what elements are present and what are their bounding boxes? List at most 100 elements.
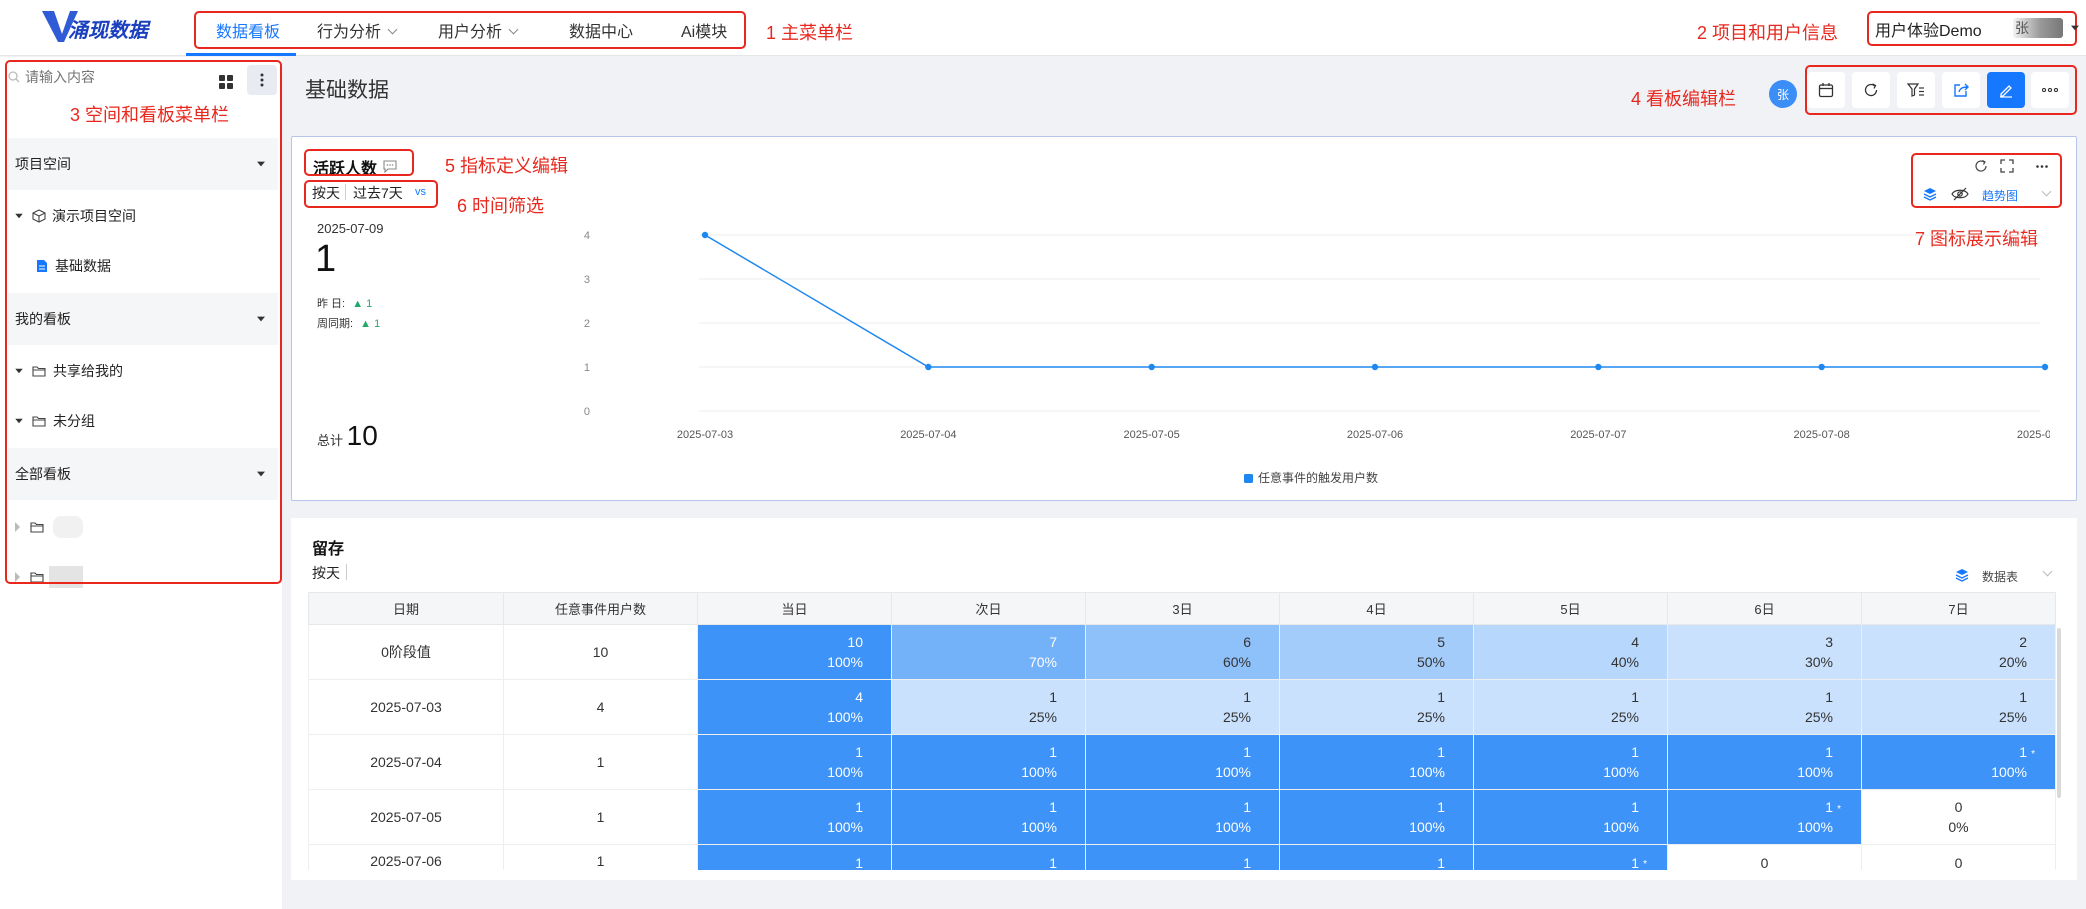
retention-cell[interactable]: 6 60%	[1085, 624, 1280, 680]
retention-count: 1	[1825, 689, 1833, 705]
retention-percent: 100%	[1021, 819, 1057, 835]
retention-cell[interactable]: 1 100% *	[1861, 734, 2056, 790]
compare-label: 昨 日:	[317, 298, 346, 310]
retention-cell[interactable]: 3 30%	[1667, 624, 1862, 680]
retention-percent: 60%	[1222, 654, 1251, 670]
space-board-sidebar: 项目空间 演示项目空间 基础数据 我的看板 共享给我的 未分组 全部看板 3	[0, 57, 282, 909]
retention-count: 2	[2019, 634, 2027, 650]
retention-count: 1	[1049, 689, 1057, 705]
user-count-cell: 1	[503, 844, 698, 870]
table-row[interactable]: 2025-07-04 1 1 100% 1 100% 1 100% 1 100% 1 100% 1 100…	[308, 734, 2056, 790]
view-type-select[interactable]: 数据表	[1982, 568, 2018, 585]
data-point	[925, 363, 932, 371]
table-row[interactable]: 2025-07-05 1 1 100% 1 100% 1 100% 1 100% 1 100% 1 100…	[308, 789, 2056, 845]
yesterday-compare: 昨 日: ▲ 1	[317, 295, 372, 311]
retention-percent: 70%	[1028, 654, 1057, 670]
retention-cell[interactable]: 4 100%	[697, 679, 892, 735]
retention-cell[interactable]: 1	[1279, 844, 1474, 870]
series-line	[704, 234, 2045, 368]
avatar[interactable]: 张	[1769, 80, 1797, 108]
retention-cell[interactable]: 1 100%	[1279, 734, 1474, 790]
column-header: 次日	[891, 592, 1086, 625]
retention-cell[interactable]: 1 *	[1473, 844, 1668, 870]
retention-cell[interactable]: 0	[1861, 844, 2056, 870]
retention-count: 1	[1437, 799, 1445, 815]
column-header: 3日	[1085, 592, 1280, 625]
granularity-select[interactable]: 按天	[312, 563, 340, 583]
retention-count: 1	[1631, 744, 1639, 760]
legend-swatch	[1244, 474, 1253, 483]
retention-count: 1	[1243, 744, 1251, 760]
retention-cell[interactable]: 1 25%	[1667, 679, 1862, 735]
incomplete-mark: *	[2031, 749, 2035, 760]
retention-cell[interactable]: 1 25%	[1861, 679, 2056, 735]
annotation-label: 6 时间筛选	[457, 196, 545, 216]
retention-percent: 25%	[1416, 709, 1445, 725]
project-user-selector[interactable]: 用户体验Demo 张	[1875, 17, 2079, 40]
retention-percent: 30%	[1804, 654, 1833, 670]
nav-active-indicator	[186, 53, 296, 56]
top-header: 涌现数据 数据看板 行为分析 用户分析 数据中心 Ai模块 1 主菜单栏 2 项…	[0, 0, 2086, 56]
retention-count: 1	[1243, 689, 1251, 705]
table-row[interactable]: 2025-07-06 1 1 1 1 1 1 * 0 0	[308, 844, 2056, 870]
retention-count: 1	[1631, 689, 1639, 705]
annotation-label: 5 指标定义编辑	[445, 156, 569, 176]
annotation-label: 4 看板编辑栏	[1631, 89, 1737, 109]
retention-cell[interactable]: 1 25%	[1279, 679, 1474, 735]
retention-cell[interactable]: 1 100%	[891, 734, 1086, 790]
retention-cell[interactable]: 1 25%	[1473, 679, 1668, 735]
annotation-box	[1805, 65, 2077, 115]
up-arrow-icon: ▲	[360, 318, 372, 330]
retention-cell[interactable]: 1 100%	[1085, 789, 1280, 845]
page-title: 基础数据	[305, 79, 389, 102]
column-header: 7日	[1861, 592, 2056, 625]
retention-cell[interactable]: 1 100%	[1473, 734, 1668, 790]
retention-cell[interactable]: 1 100%	[697, 789, 892, 845]
column-header: 日期	[308, 592, 504, 625]
retention-cell[interactable]: 1	[1085, 844, 1280, 870]
retention-cell[interactable]: 1 100%	[1279, 789, 1474, 845]
app-logo[interactable]: 涌现数据	[40, 6, 150, 46]
retention-cell[interactable]: 0 0%	[1861, 789, 2056, 845]
retention-cell[interactable]: 1 25%	[891, 679, 1086, 735]
retention-cell[interactable]: 4 40%	[1473, 624, 1668, 680]
table-scrollbar[interactable]	[2057, 628, 2061, 798]
logo-text: 涌现数据	[68, 20, 148, 42]
retention-cell[interactable]: 1	[697, 844, 892, 870]
column-header: 5日	[1473, 592, 1668, 625]
retention-count: 1	[1243, 799, 1251, 815]
x-tick-label: 2025-07-09	[2017, 429, 2050, 441]
retention-cell[interactable]: 1 100%	[1473, 789, 1668, 845]
retention-cell[interactable]: 1 100%	[697, 734, 892, 790]
annotation-box	[304, 149, 414, 176]
compare-label: 周同期:	[317, 318, 354, 330]
retention-cell[interactable]: 1 100%	[1667, 734, 1862, 790]
table-row[interactable]: 2025-07-03 4 4 100% 1 25% 1 25% 1 25% 1 25% 1 25% 1 25%	[308, 679, 2056, 735]
retention-count: 1	[1437, 744, 1445, 760]
retention-cell[interactable]: 1	[891, 844, 1086, 870]
retention-count: 1	[1437, 855, 1445, 870]
retention-cell[interactable]: 2 20%	[1861, 624, 2056, 680]
retention-count: 1	[1825, 744, 1833, 760]
table-row[interactable]: 0阶段值 10 10 100% 7 70% 6 60% 5 50% 4 40% 3 30% 2 20%	[308, 624, 2056, 680]
retention-cell[interactable]: 0	[1667, 844, 1862, 870]
data-point	[1148, 363, 1155, 371]
retention-percent: 100%	[1991, 764, 2027, 780]
x-tick-label: 2025-07-03	[677, 429, 733, 441]
retention-cell[interactable]: 1 100%	[891, 789, 1086, 845]
retention-cell[interactable]: 1 100% *	[1667, 789, 1862, 845]
retention-percent: 100%	[1021, 764, 1057, 780]
layers-icon[interactable]	[1955, 568, 1969, 582]
retention-count: 1	[855, 744, 863, 760]
data-point	[2041, 363, 2049, 371]
date-cell: 2025-07-04	[308, 734, 504, 790]
retention-cell[interactable]: 1 100%	[1085, 734, 1280, 790]
column-header: 4日	[1279, 592, 1474, 625]
user-initial: 张	[2015, 20, 2029, 36]
retention-cell[interactable]: 5 50%	[1279, 624, 1474, 680]
retention-cell[interactable]: 10 100%	[697, 624, 892, 680]
retention-title[interactable]: 留存	[312, 535, 344, 559]
retention-cell[interactable]: 7 70%	[891, 624, 1086, 680]
retention-count: 1	[855, 799, 863, 815]
retention-cell[interactable]: 1 25%	[1085, 679, 1280, 735]
